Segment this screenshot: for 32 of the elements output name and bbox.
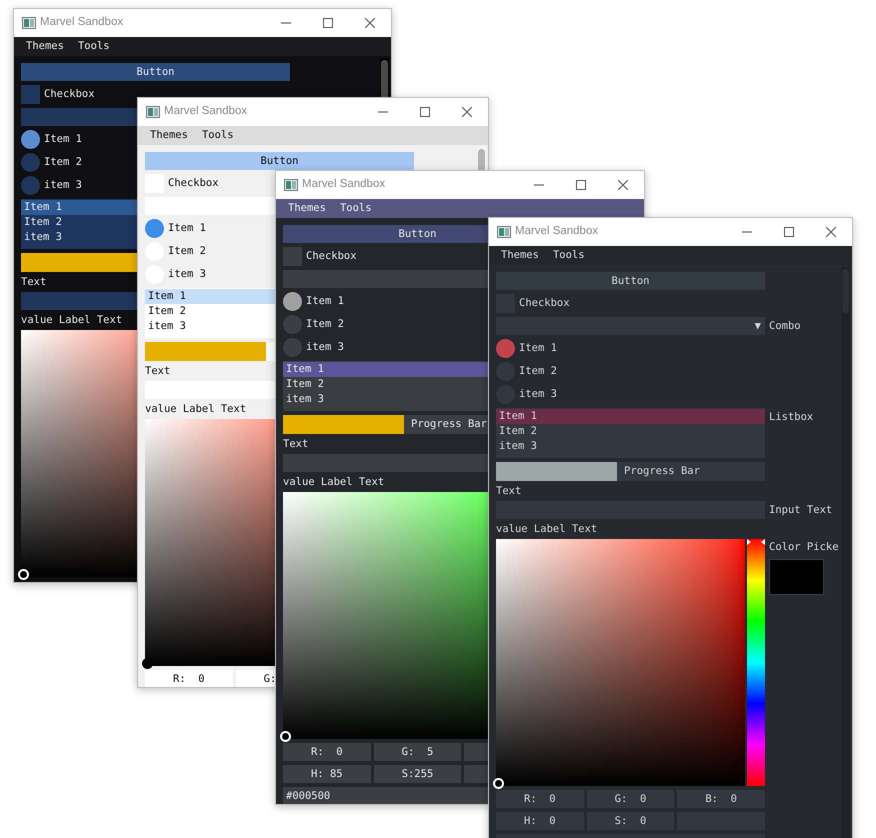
- widget-label: Listbox: [769, 410, 814, 422]
- window-title: Marvel Sandbox: [302, 177, 386, 192]
- radio-label: item 3: [306, 342, 344, 353]
- checkbox-label: Checkbox: [44, 89, 95, 100]
- radio-label: item 3: [168, 269, 206, 280]
- radio-label: Item 1: [168, 223, 206, 234]
- radio-label: item 3: [44, 180, 82, 191]
- radio-label: item 3: [519, 389, 557, 400]
- checkbox-label: Checkbox: [519, 298, 570, 309]
- widget-label: Combo: [769, 319, 801, 332]
- window-title: Marvel Sandbox: [40, 15, 124, 30]
- text-label: value Label Text: [283, 476, 384, 488]
- window-title: Marvel Sandbox: [164, 104, 248, 120]
- widget-label: Input Text: [769, 503, 832, 516]
- radio-label: Item 1: [306, 296, 344, 307]
- radio-label: Item 2: [168, 246, 206, 257]
- text-label: value Label Text: [145, 403, 246, 415]
- checkbox-label: Checkbox: [168, 178, 219, 189]
- text-label: Text: [496, 485, 522, 497]
- progress-text: Progress Bar: [411, 419, 487, 430]
- text-label: value Label Text: [21, 314, 122, 326]
- radio-label: Item 1: [519, 343, 557, 354]
- checkbox-label: Checkbox: [306, 251, 357, 262]
- radio-label: Item 2: [306, 319, 344, 330]
- text-label: Text: [145, 365, 170, 377]
- widget-label: Color Picke: [769, 540, 839, 552]
- text-label: Text: [283, 438, 308, 450]
- radio-label: Item 1: [44, 134, 82, 145]
- text-label: Text: [21, 276, 46, 288]
- text-label: value Label Text: [496, 523, 598, 535]
- progress-text: Progress Bar: [624, 466, 700, 477]
- radio-label: Item 2: [44, 157, 82, 168]
